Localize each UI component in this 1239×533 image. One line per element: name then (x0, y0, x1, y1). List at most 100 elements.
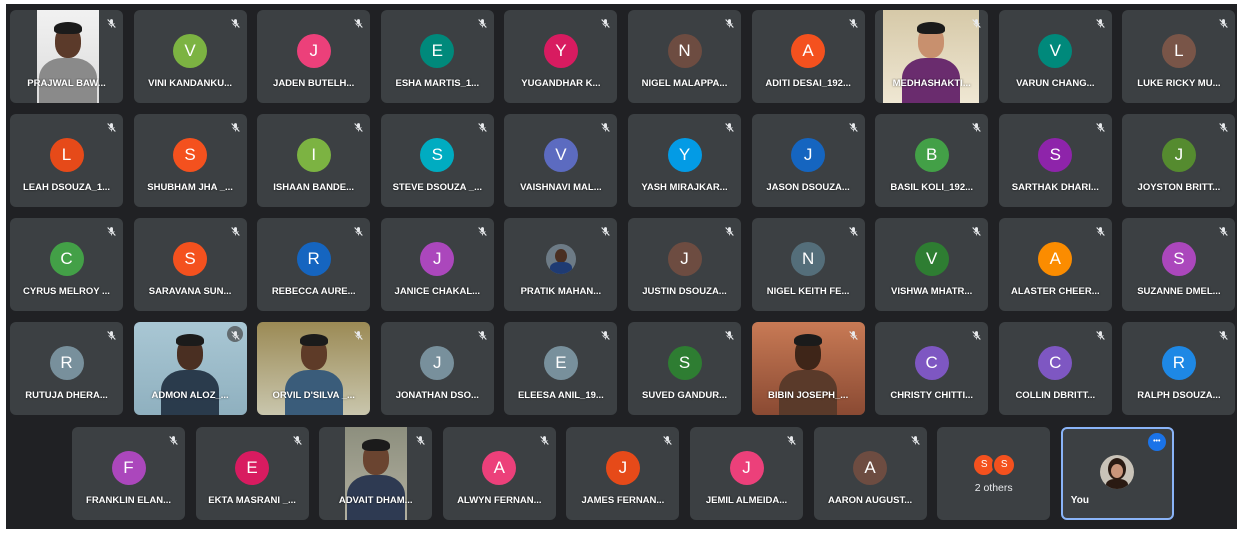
participant-name: ORVIL D'SILVA _... (272, 390, 355, 401)
mic-muted-icon (477, 224, 488, 236)
participant-video (37, 10, 99, 103)
participant-tile[interactable]: V VAISHNAVI MAL... (504, 114, 618, 207)
avatar-initial: C (1038, 346, 1073, 380)
participant-video (883, 10, 980, 103)
participant-tile[interactable]: C CHRISTY CHITTI... (875, 322, 989, 415)
participant-name: ALASTER CHEER... (1010, 286, 1100, 297)
participant-tile[interactable]: E ELEESA ANIL_19... (504, 322, 618, 415)
avatar-initial: A (1038, 242, 1073, 276)
participant-tile[interactable]: L LUKE RICKY MU... (1122, 10, 1236, 103)
participant-tile[interactable]: J JOYSTON BRITT... (1122, 114, 1236, 207)
mic-muted-icon (724, 224, 735, 236)
self-tile[interactable]: ••• You (1060, 427, 1174, 520)
participant-tile[interactable]: S SARTHAK DHARI... (998, 114, 1112, 207)
avatar-initial: Y (667, 138, 702, 172)
mic-muted-icon (477, 328, 488, 340)
participant-tile[interactable]: J JAMES FERNAN... (566, 427, 680, 520)
participant-tile[interactable]: C COLLIN DBRITT... (998, 322, 1112, 415)
mic-muted-icon (353, 328, 364, 340)
avatar-initial: A (853, 451, 888, 485)
participant-tile[interactable]: E ESHA MARTIS_1... (380, 10, 494, 103)
participant-tile[interactable]: ADVAIT DHAM... (319, 427, 433, 520)
participant-tile[interactable]: V VARUN CHANG... (998, 10, 1112, 103)
participant-tile[interactable]: Y YUGANDHAR K... (504, 10, 618, 103)
participant-tile[interactable]: PRAJWAL BAW... (10, 10, 123, 103)
participant-name: VARUN CHANG... (1016, 78, 1095, 89)
participant-name: CHRISTY CHITTI... (890, 390, 974, 401)
avatar-initial: J (791, 138, 826, 172)
avatar-initial: C (914, 346, 949, 380)
participant-tile[interactable]: S SHUBHAM JHA _... (133, 114, 247, 207)
participant-tile[interactable]: J JADEN BUTELH... (257, 10, 371, 103)
participant-tile[interactable]: A AARON AUGUST... (813, 427, 927, 520)
participant-name: CYRUS MELROY ... (23, 286, 110, 297)
participant-name: SARTHAK DHARI... (1011, 182, 1099, 193)
mic-muted-icon (1218, 328, 1229, 340)
participant-tile[interactable]: R RUTUJA DHERA... (10, 322, 123, 415)
participant-tile[interactable]: J JEMIL ALMEIDA... (690, 427, 803, 520)
participant-tile[interactable]: E EKTA MASRANI _... (195, 427, 309, 520)
participant-tile[interactable]: J JUSTIN DSOUZA... (628, 218, 741, 311)
participant-tile[interactable]: R REBECCA AURE... (257, 218, 371, 311)
participant-tile[interactable]: S SARAVANA SUN... (133, 218, 247, 311)
participant-tile[interactable]: MEDHASHAKTI... (875, 10, 989, 103)
participant-name: ADVAIT DHAM... (338, 495, 413, 506)
participant-tile[interactable]: J JONATHAN DSO... (380, 322, 494, 415)
mic-muted-icon (1095, 120, 1106, 132)
mic-muted-icon (724, 120, 735, 132)
mic-muted-icon (910, 433, 921, 445)
participant-tile[interactable]: C CYRUS MELROY ... (10, 218, 123, 311)
participant-tile[interactable]: N NIGEL KEITH FE... (751, 218, 865, 311)
participant-tile[interactable]: B BASIL KOLI_192... (875, 114, 989, 207)
avatar-initial: R (49, 346, 84, 380)
participant-name: PRATIK MAHAN... (520, 286, 602, 297)
participant-tile[interactable]: ORVIL D'SILVA _... (257, 322, 371, 415)
participant-name: YASH MIRAJKAR... (641, 182, 728, 193)
participant-tile[interactable]: I ISHAAN BANDE... (257, 114, 371, 207)
participant-tile[interactable]: S STEVE DSOUZA _... (380, 114, 494, 207)
mic-muted-icon (353, 16, 364, 28)
avatar-initial: S (420, 138, 455, 172)
mic-muted-icon (600, 328, 611, 340)
more-options-icon[interactable]: ••• (1147, 433, 1166, 451)
participant-tile[interactable]: V VISHWA MHATR... (875, 218, 989, 311)
avatar-initial: R (1161, 346, 1196, 380)
others-tile[interactable]: SS2 others (937, 427, 1051, 520)
others-label: 2 others (974, 482, 1013, 494)
participant-name: VINI KANDANKU... (148, 78, 233, 89)
participant-tile[interactable]: Y YASH MIRAJKAR... (628, 114, 741, 207)
avatar-initial: B (914, 138, 949, 172)
participant-tile[interactable]: S SUVED GANDUR... (628, 322, 741, 415)
avatar-initial: J (1161, 138, 1196, 172)
participant-tile[interactable]: BIBIN JOSEPH_... (751, 322, 865, 415)
participant-video (345, 427, 408, 520)
participant-tile[interactable]: L LEAH DSOUZA_1... (10, 114, 123, 207)
participant-tile[interactable]: S SUZANNE DMEL... (1122, 218, 1236, 311)
participant-tile[interactable]: J JASON DSOUZA... (751, 114, 865, 207)
participant-name: ALWYN FERNAN... (457, 495, 542, 506)
participant-tile[interactable]: J JANICE CHAKAL... (380, 218, 494, 311)
avatar-initial: J (420, 242, 455, 276)
participant-tile[interactable]: R RALPH DSOUZA... (1122, 322, 1236, 415)
participant-name: JEMIL ALMEIDA... (705, 495, 788, 506)
mic-muted-icon (415, 433, 426, 445)
mic-muted-icon (226, 326, 243, 342)
mic-muted-icon (848, 224, 859, 236)
participant-tile[interactable]: N NIGEL MALAPPA... (628, 10, 741, 103)
avatar-initial: A (482, 451, 517, 485)
participant-tile[interactable]: ADMON ALOZ_... (133, 322, 247, 415)
participant-tile[interactable]: F FRANKLIN ELAN... (72, 427, 185, 520)
participant-name: ELEESA ANIL_19... (517, 390, 604, 401)
participant-tile[interactable]: A ADITI DESAI_192... (751, 10, 865, 103)
participant-name: ADITI DESAI_192... (765, 78, 851, 89)
participant-tile[interactable]: V VINI KANDANKU... (133, 10, 247, 103)
participant-name: RUTUJA DHERA... (25, 390, 108, 401)
mic-muted-icon (971, 328, 982, 340)
others-avatar: S (992, 453, 1017, 477)
participant-tile[interactable]: A ALWYN FERNAN... (442, 427, 556, 520)
participant-name: LEAH DSOUZA_1... (22, 182, 111, 193)
participant-tile[interactable]: PRATIK MAHAN... (504, 218, 618, 311)
participant-name: RALPH DSOUZA... (1137, 390, 1221, 401)
participant-tile[interactable]: A ALASTER CHEER... (998, 218, 1112, 311)
mic-muted-icon (168, 433, 179, 445)
